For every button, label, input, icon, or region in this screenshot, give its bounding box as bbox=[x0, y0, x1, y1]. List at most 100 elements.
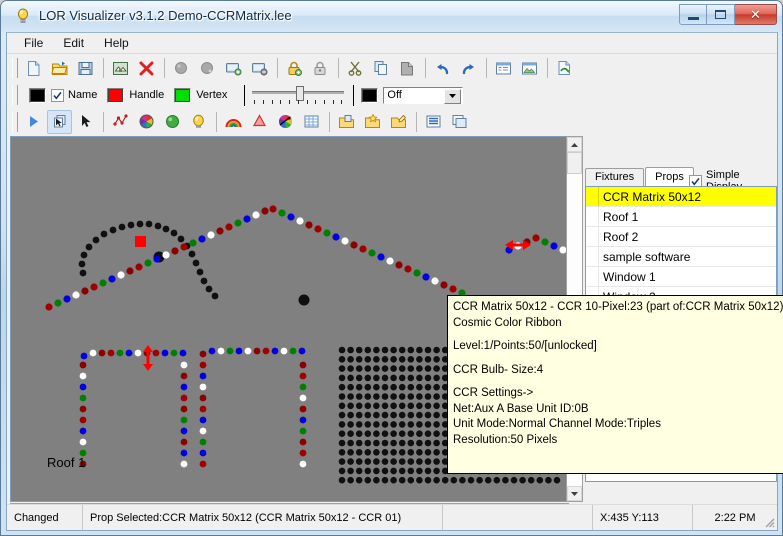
list-view-icon[interactable] bbox=[421, 109, 446, 134]
bulb-gray-icon[interactable] bbox=[169, 56, 194, 80]
vscroll-thumb[interactable] bbox=[567, 152, 582, 174]
redo-arrow-icon[interactable] bbox=[456, 56, 481, 80]
application-window: LOR Visualizer v3.1.2 Demo-CCRMatrix.lee… bbox=[0, 0, 783, 536]
menu-file[interactable]: File bbox=[15, 34, 52, 53]
toolbar-grip-2[interactable] bbox=[12, 85, 18, 105]
tooltip-spacer-2 bbox=[453, 355, 781, 363]
refresh-page-icon[interactable] bbox=[552, 56, 577, 80]
toolbar-divider bbox=[244, 84, 246, 106]
arrow-pointer-icon[interactable] bbox=[73, 109, 98, 134]
lock-add-icon[interactable] bbox=[282, 56, 307, 80]
list-item[interactable]: sample software bbox=[586, 247, 776, 267]
tooltip-line-title: CCR Matrix 50x12 - CCR 10-Pixel:23 (part… bbox=[453, 301, 783, 313]
status-coordinates: X:435 Y:113 bbox=[593, 505, 693, 530]
screen-add-icon[interactable] bbox=[221, 56, 246, 80]
screen-remove-icon[interactable] bbox=[247, 56, 272, 80]
menu-bar: File Edit Help bbox=[7, 33, 777, 54]
tooltip-line-settings: CCR Settings-> bbox=[453, 387, 534, 399]
delete-x-icon[interactable] bbox=[134, 56, 159, 80]
tooltip-spacer-1 bbox=[453, 331, 781, 339]
tooltip-line-resolution: Resolution:50 Pixels bbox=[453, 433, 558, 446]
new-prop-icon[interactable] bbox=[334, 109, 359, 134]
picture-window-icon[interactable] bbox=[517, 56, 542, 80]
vertex-color-swatch[interactable] bbox=[174, 87, 192, 103]
panel-tabs: Fixtures Props bbox=[585, 167, 695, 186]
chevron-down-icon[interactable] bbox=[444, 88, 462, 104]
list-item[interactable]: Window 1 bbox=[586, 267, 776, 287]
play-triangle-icon[interactable] bbox=[21, 109, 46, 134]
menu-help[interactable]: Help bbox=[95, 34, 138, 53]
vertex-label: Vertex bbox=[196, 89, 228, 101]
favorite-prop-icon[interactable] bbox=[360, 109, 385, 134]
size-slider[interactable] bbox=[252, 84, 345, 106]
undo-arrow-icon[interactable] bbox=[430, 56, 455, 80]
grid-matrix-icon[interactable] bbox=[299, 109, 324, 134]
polyline-icon[interactable] bbox=[108, 109, 133, 134]
scissors-cut-icon[interactable] bbox=[343, 56, 368, 80]
close-button[interactable]: ✕ bbox=[735, 4, 777, 25]
status-blank bbox=[443, 505, 593, 530]
toolbar-grip-3[interactable] bbox=[12, 111, 18, 132]
save-disk-icon[interactable] bbox=[73, 56, 98, 80]
tooltip-line-subtitle: Cosmic Color Ribbon bbox=[453, 316, 562, 329]
color-wheel-icon[interactable] bbox=[134, 109, 159, 134]
tooltip-line-bulb: CCR Bulb- Size:4 bbox=[453, 363, 544, 376]
mode-value: Off bbox=[387, 89, 402, 101]
list-item-label: Window 1 bbox=[603, 269, 656, 284]
list-item-label: Roof 2 bbox=[603, 229, 639, 244]
select-multiple-icon[interactable] bbox=[47, 109, 72, 134]
toolbar-separator-6 bbox=[486, 58, 487, 78]
background-color-swatch[interactable] bbox=[361, 87, 379, 103]
window-frame: LOR Visualizer v3.1.2 Demo-CCRMatrix.lee… bbox=[0, 0, 783, 536]
green-circle-icon[interactable] bbox=[160, 109, 185, 134]
resize-grip-icon[interactable] bbox=[763, 516, 775, 528]
bulb-gray-2-icon[interactable] bbox=[195, 56, 220, 80]
client-area: File Edit Help Name Handle Vertex Off Ro… bbox=[6, 32, 783, 531]
list-item[interactable]: Roof 2 bbox=[586, 227, 776, 247]
window-title: LOR Visualizer v3.1.2 Demo-CCRMatrix.lee bbox=[39, 8, 292, 23]
handle-color-swatch[interactable] bbox=[107, 87, 125, 103]
resize-vertical-arrow bbox=[143, 345, 153, 371]
edit-prop-icon[interactable] bbox=[386, 109, 411, 134]
toolbar-grip[interactable] bbox=[12, 58, 18, 78]
color-wheel-arrow-icon[interactable] bbox=[273, 109, 298, 134]
paste-icon[interactable] bbox=[395, 56, 420, 80]
tab-fixtures[interactable]: Fixtures bbox=[585, 168, 645, 186]
maximize-button[interactable] bbox=[707, 4, 735, 25]
toolbar-divider-2 bbox=[353, 84, 355, 106]
rainbow-arch-icon[interactable] bbox=[221, 109, 246, 134]
new-file-icon[interactable] bbox=[21, 56, 46, 80]
tools-separator bbox=[103, 111, 104, 132]
open-folder-icon[interactable] bbox=[47, 56, 72, 80]
mode-dropdown[interactable]: Off bbox=[383, 86, 464, 104]
red-tree-icon[interactable] bbox=[247, 109, 272, 134]
name-color-swatch[interactable] bbox=[29, 87, 46, 103]
slider-ticks bbox=[254, 100, 343, 104]
status-selection: Prop Selected:CCR Matrix 50x12 (CCR Matr… bbox=[83, 505, 443, 530]
tab-props[interactable]: Props bbox=[645, 167, 694, 186]
copy-icon[interactable] bbox=[369, 56, 394, 80]
title-bar[interactable]: LOR Visualizer v3.1.2 Demo-CCRMatrix.lee… bbox=[1, 1, 782, 32]
tooltip-line-unitmode: Unit Mode:Normal Channel Mode:Triples bbox=[453, 418, 661, 430]
list-item[interactable]: CCR Matrix 50x12 bbox=[586, 187, 776, 207]
lock-icon[interactable] bbox=[308, 56, 333, 80]
scroll-up-icon[interactable] bbox=[567, 137, 582, 152]
main-toolbar bbox=[7, 54, 777, 82]
house-image-icon[interactable] bbox=[108, 56, 133, 80]
list-item[interactable]: Roof 1 bbox=[586, 207, 776, 227]
name-label: Name bbox=[68, 89, 98, 101]
slider-thumb[interactable] bbox=[296, 86, 305, 101]
list-item-gutter bbox=[586, 247, 599, 266]
list-item-gutter bbox=[586, 207, 599, 226]
display-options-toolbar: Name Handle Vertex Off bbox=[7, 82, 777, 108]
menu-edit[interactable]: Edit bbox=[54, 34, 93, 53]
lightbulb-yellow-icon[interactable] bbox=[186, 109, 211, 134]
name-checkbox[interactable] bbox=[51, 88, 64, 102]
list-item-gutter bbox=[586, 227, 599, 246]
group-icon[interactable] bbox=[447, 109, 472, 134]
scroll-down-icon[interactable] bbox=[567, 486, 582, 501]
tooltip-line-level: Level:1/Points:50/[unlocked] bbox=[453, 340, 597, 352]
properties-window-icon[interactable] bbox=[491, 56, 516, 80]
minimize-button[interactable] bbox=[679, 4, 707, 25]
list-item-label: CCR Matrix 50x12 bbox=[603, 189, 702, 204]
